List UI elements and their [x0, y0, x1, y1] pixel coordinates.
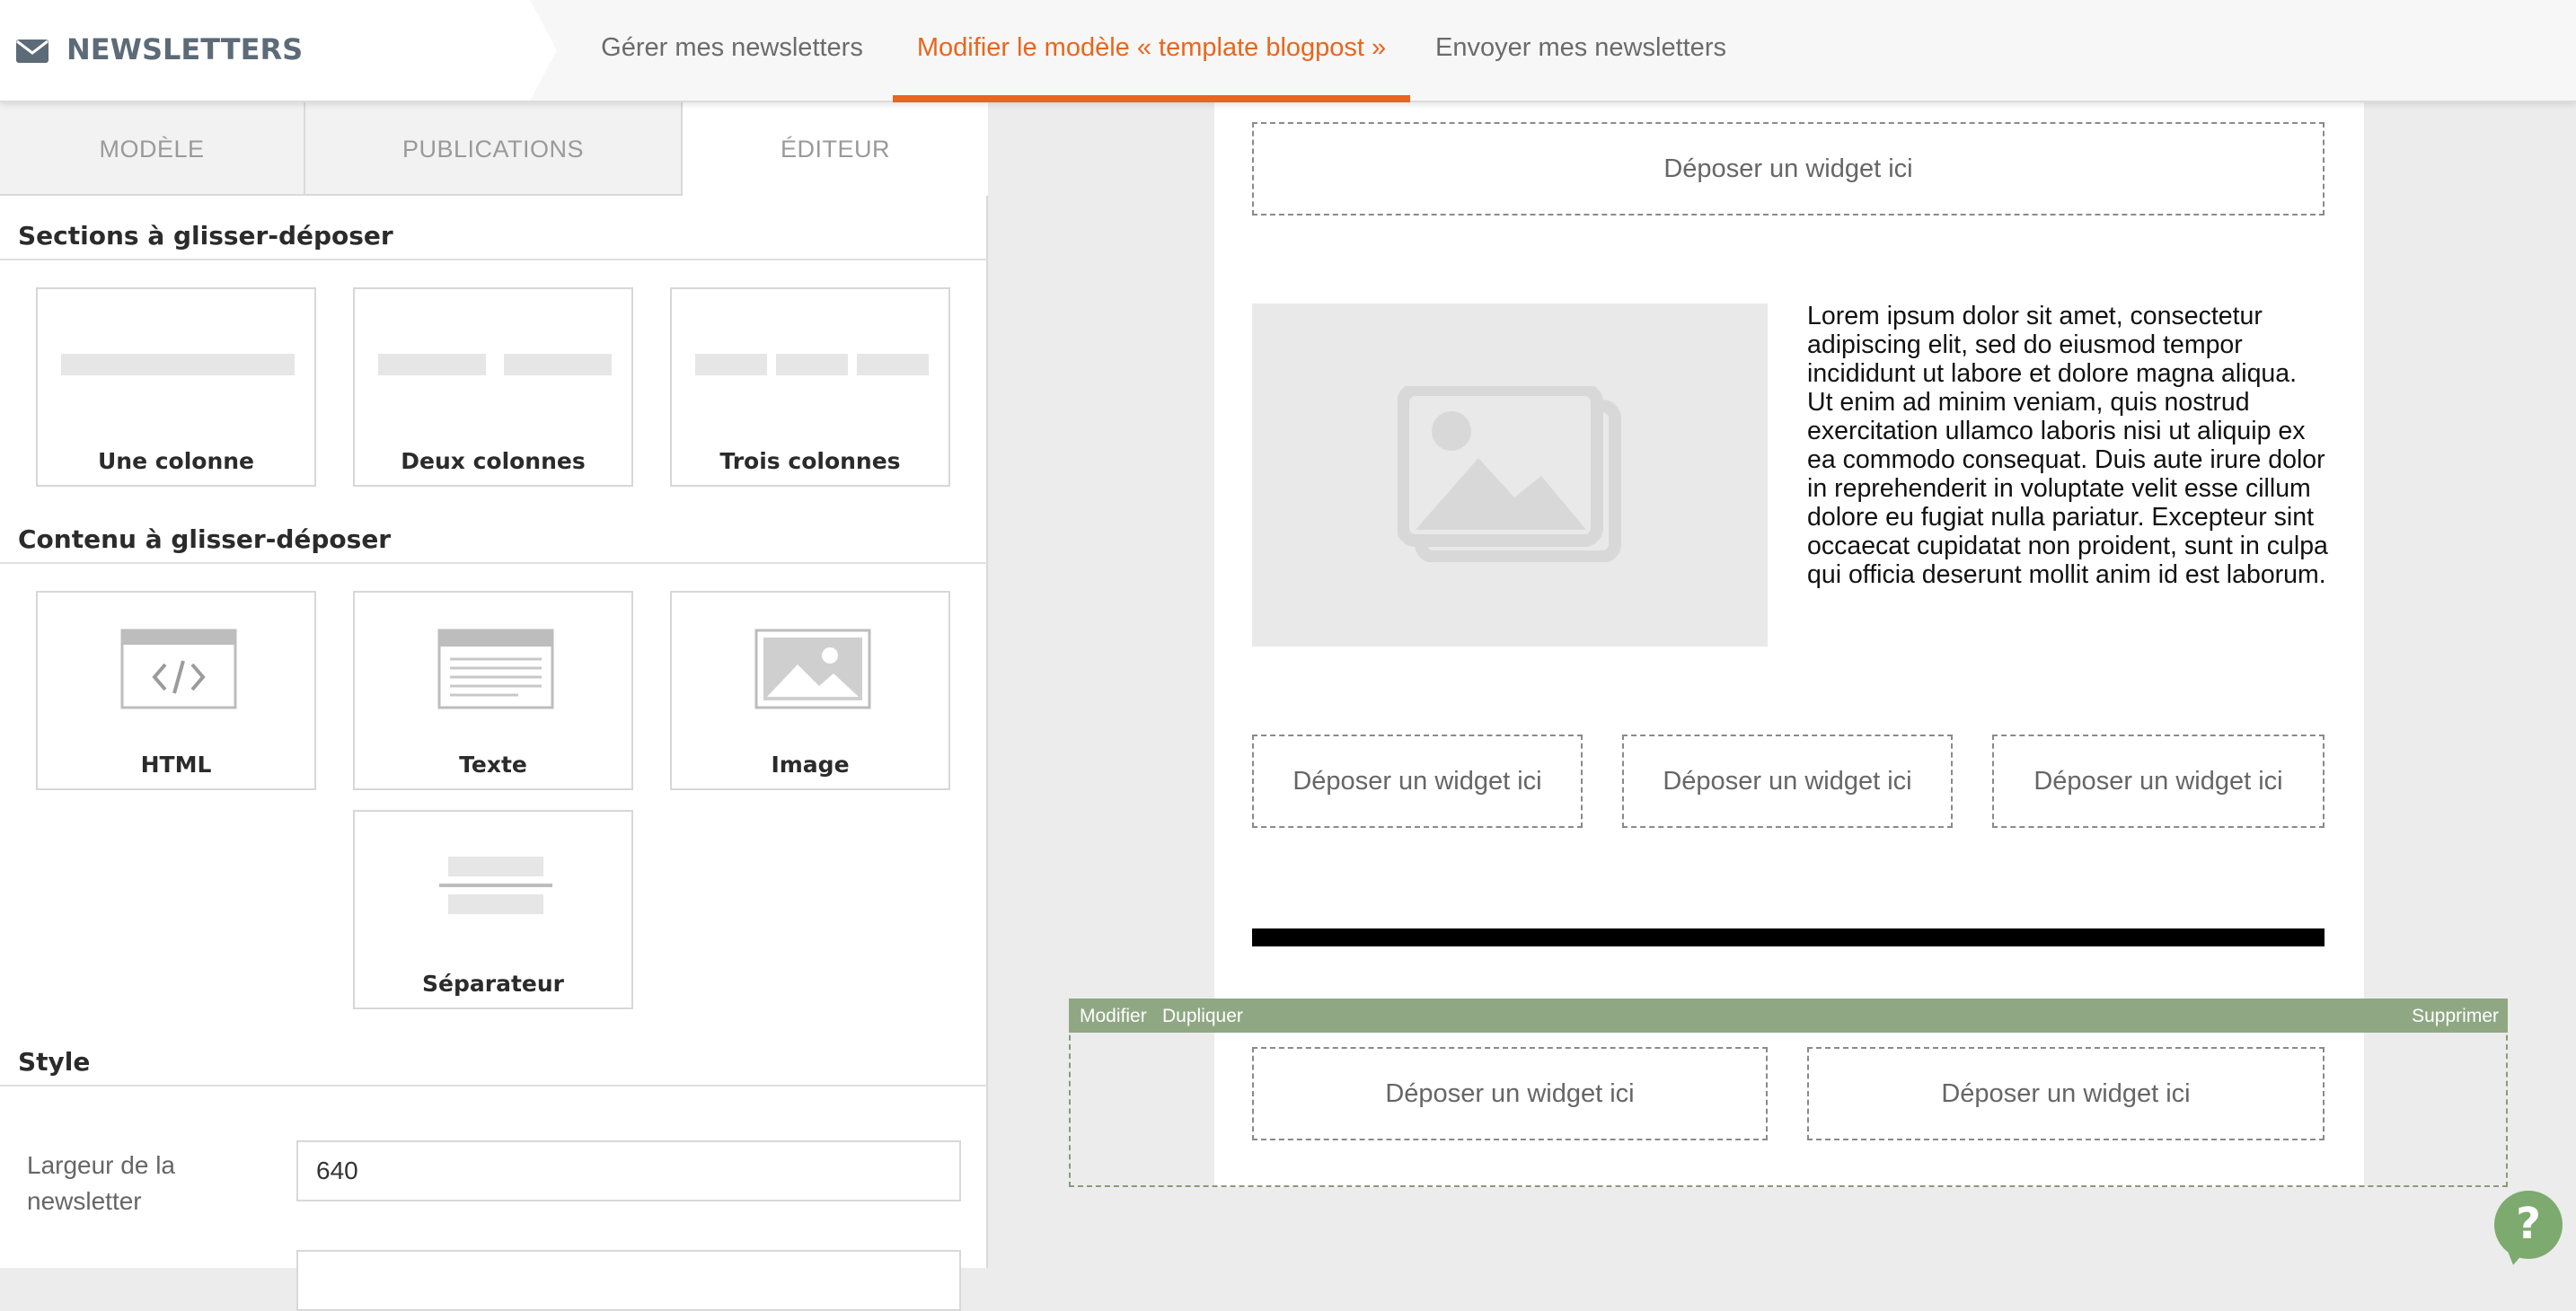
three-columns-preview-icon [857, 354, 929, 375]
image-placeholder-icon [1397, 383, 1622, 567]
one-column-preview-icon [61, 354, 295, 375]
tab-editor[interactable]: ÉDITEUR [683, 102, 988, 196]
content-label: Image [771, 752, 850, 778]
tab-edit-template[interactable]: Modifier le modèle « template blogpost » [893, 0, 1410, 102]
two-columns-preview-icon [378, 354, 486, 375]
divider [0, 1085, 988, 1087]
tab-model[interactable]: MODÈLE [0, 102, 305, 196]
dropzone[interactable]: Déposer un widget ici [1622, 735, 1953, 828]
envelope-icon [16, 40, 49, 63]
sidebar-tabs: MODÈLE PUBLICATIONS ÉDITEUR [0, 102, 988, 196]
newsletter-width-label: Largeur de la newsletter [27, 1151, 176, 1215]
content-heading: Contenu à glisser-déposer [18, 524, 392, 554]
content-text[interactable]: Texte [353, 591, 633, 790]
three-columns-preview-icon [695, 354, 767, 375]
text-block-icon [437, 629, 554, 714]
dropzone[interactable]: Déposer un widget ici [1252, 735, 1583, 828]
newsletter-canvas: Déposer un widget ici Lorem ipsum dolor … [990, 102, 2576, 1268]
dropzone[interactable]: Déposer un widget ici [1252, 1047, 1768, 1140]
content-label: Texte [459, 752, 527, 778]
app-title: NEWSLETTERS [66, 32, 304, 66]
content-html[interactable]: HTML [36, 591, 316, 790]
content-separator[interactable]: Séparateur [353, 810, 633, 1009]
section-three-columns[interactable]: Trois colonnes [670, 287, 950, 487]
dropzone[interactable]: Déposer un widget ici [1807, 1047, 2325, 1140]
newsletter-width-input[interactable]: 640 [296, 1140, 961, 1201]
dropzone[interactable]: Déposer un widget ici [1992, 735, 2325, 828]
style-heading: Style [18, 1047, 91, 1077]
app-brand: NEWSLETTERS [0, 0, 557, 101]
separator-line[interactable] [1252, 928, 2325, 946]
content-label: Séparateur [422, 971, 564, 997]
text-block[interactable]: Lorem ipsum dolor sit amet, consectetur … [1807, 302, 2328, 589]
image-icon [754, 629, 871, 714]
top-navigation-bar: NEWSLETTERS Gérer mes newsletters Modifi… [0, 0, 2576, 102]
sections-heading: Sections à glisser-déposer [18, 221, 393, 251]
duplicate-section-button[interactable]: Dupliquer [1162, 1006, 1243, 1027]
delete-section-button[interactable]: Supprimer [2412, 1006, 2499, 1027]
divider [0, 259, 988, 260]
tab-manage-newsletters[interactable]: Gérer mes newsletters [575, 0, 889, 102]
section-label: Une colonne [97, 448, 255, 474]
content-label: HTML [140, 752, 212, 778]
help-icon[interactable]: ? [2494, 1191, 2563, 1259]
editor-sidebar: MODÈLE PUBLICATIONS ÉDITEUR Sections à g… [0, 102, 988, 1311]
dropzone[interactable]: Déposer un widget ici [1252, 122, 2325, 216]
image-placeholder[interactable] [1252, 304, 1768, 647]
section-one-column[interactable]: Une colonne [36, 287, 316, 487]
divider [0, 562, 988, 564]
edit-section-button[interactable]: Modifier [1080, 1006, 1147, 1027]
style-input-next[interactable] [296, 1250, 961, 1311]
content-image[interactable]: Image [670, 591, 950, 790]
section-label: Trois colonnes [719, 448, 901, 474]
tab-publications[interactable]: PUBLICATIONS [305, 102, 683, 196]
code-icon [120, 629, 237, 714]
two-columns-preview-icon [504, 354, 612, 375]
separator-icon [437, 855, 554, 922]
three-columns-preview-icon [776, 354, 848, 375]
section-toolbar: Modifier Dupliquer Supprimer [1069, 999, 2508, 1033]
section-two-columns[interactable]: Deux colonnes [353, 287, 633, 487]
section-label: Deux colonnes [401, 448, 586, 474]
tab-send-newsletters[interactable]: Envoyer mes newsletters [1419, 0, 1742, 102]
